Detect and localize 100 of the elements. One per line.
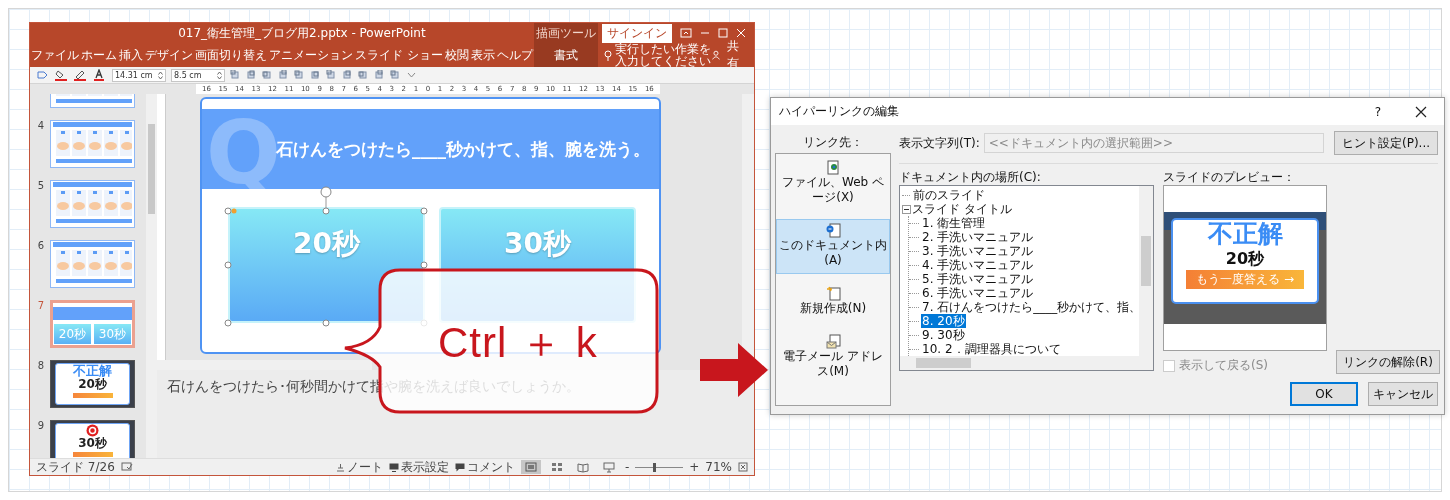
- window-title: 017_衛生管理_ブログ用2.pptx - PowerPoint: [177, 24, 426, 42]
- slide-thumbnail[interactable]: 30秒: [50, 420, 135, 458]
- reading-view-icon: [576, 461, 589, 473]
- ribbon-tab[interactable]: 書式: [533, 43, 598, 67]
- slide-number: 6: [36, 240, 44, 251]
- maximize-icon[interactable]: [718, 28, 728, 38]
- link-target-button[interactable]: 電子メール アドレス(M): [776, 330, 890, 385]
- shape-styles-icon[interactable]: [36, 70, 50, 80]
- circle-mark-icon: [86, 424, 99, 437]
- person-icon: [711, 50, 720, 60]
- sorter-view-icon: [550, 461, 563, 473]
- zoom-slider-thumb[interactable]: [653, 462, 657, 472]
- location-label: ドキュメント内の場所(C):: [899, 169, 1042, 185]
- shape-outline-icon[interactable]: [74, 69, 88, 81]
- tree-item[interactable]: 9. 30秒: [921, 328, 966, 342]
- ribbon-tab[interactable]: アニメーション: [268, 43, 354, 67]
- help-button[interactable]: ?: [1358, 98, 1398, 125]
- slideshow-view-icon: [602, 461, 615, 473]
- link-target-button[interactable]: このドキュメント内(A): [776, 219, 890, 274]
- answer-button: 30秒: [94, 324, 131, 344]
- answer-text: 30秒: [78, 437, 107, 450]
- lightbulb-icon: [603, 49, 612, 61]
- link-target-button[interactable]: ファイル、Web ページ(X): [776, 156, 890, 211]
- result-label: 不正解: [1207, 220, 1283, 248]
- tool-group-label: 描画ツール: [533, 23, 598, 43]
- ribbon-tab[interactable]: 校閲: [443, 43, 470, 67]
- ribbon-tab[interactable]: 画面切り替え: [194, 43, 268, 67]
- ribbon-tab[interactable]: ヘルプ: [495, 43, 534, 67]
- preview-label: スライドのプレビュー：: [1163, 169, 1296, 185]
- slide-number: 8: [36, 360, 44, 371]
- ribbon-tab[interactable]: スライド ショー: [354, 43, 444, 67]
- shape-height-field[interactable]: 14.31 cm: [112, 68, 166, 82]
- tree-item[interactable]: 4. 手洗いマニュアル: [921, 258, 1035, 272]
- spell-check-icon[interactable]: [120, 462, 133, 472]
- checkbox-label: 表示して戻る(S): [1179, 357, 1268, 374]
- spinner-icon: [158, 70, 163, 80]
- ribbon-tab[interactable]: デザイン: [144, 43, 194, 67]
- more-icon[interactable]: [406, 70, 417, 80]
- scrollbar-thumb[interactable]: [148, 124, 155, 214]
- tree-item[interactable]: 8. 20秒: [921, 314, 966, 328]
- tree-item[interactable]: 1. 衛生管理: [921, 216, 987, 230]
- retry-button: [72, 452, 113, 457]
- slide-number: 4: [36, 120, 44, 131]
- slide-position: スライド 7/26: [36, 458, 115, 475]
- document-link-icon: [825, 223, 841, 238]
- sign-in-button[interactable]: サインイン: [602, 23, 672, 43]
- link-target-button[interactable]: 新規作成(N): [776, 282, 890, 322]
- shape-fill-icon[interactable]: [55, 69, 69, 81]
- notes-button[interactable]: ノート: [335, 458, 383, 475]
- new-link-icon: [825, 286, 841, 301]
- answer-text: 20秒: [1225, 248, 1265, 270]
- slide-number: 7: [36, 300, 44, 311]
- slide-number: 5: [36, 180, 44, 191]
- slide-thumbnail[interactable]: 不正解 20秒: [50, 360, 135, 408]
- zoom-out-button[interactable]: -: [624, 460, 630, 474]
- tree-item[interactable]: 5. 手洗いマニュアル: [921, 272, 1035, 286]
- ribbon-tab[interactable]: ファイル: [30, 43, 80, 67]
- display-icon: [388, 462, 399, 472]
- answer-button: 20秒: [54, 324, 91, 344]
- ribbon-tab[interactable]: ホーム: [80, 43, 118, 67]
- comment-icon: [454, 462, 465, 472]
- retry-button: [72, 393, 113, 398]
- tree-item[interactable]: スライド タイトル: [911, 202, 1013, 216]
- block-arrow: [700, 343, 768, 397]
- file-link-icon: [825, 160, 841, 175]
- tree-item[interactable]: 前のスライド: [912, 188, 986, 202]
- ok-button[interactable]: OK: [1290, 382, 1358, 406]
- zoom-in-button[interactable]: +: [689, 460, 700, 474]
- scrollbar-thumb[interactable]: [916, 358, 971, 368]
- view-button[interactable]: [520, 460, 541, 474]
- link-to-label: リンク先：: [802, 134, 864, 151]
- dialog-title: ハイパーリンクの編集: [779, 103, 899, 120]
- tell-me-search[interactable]: 実行したい作業を入力してください: [614, 43, 712, 67]
- email-link-icon: [825, 334, 841, 349]
- display-settings-button[interactable]: 表示設定: [388, 458, 449, 475]
- unlink-button[interactable]: リンクの解除(R): [1336, 350, 1440, 374]
- answer-text: 20秒: [78, 378, 107, 391]
- tree-item[interactable]: 6. 手洗いマニュアル: [921, 286, 1035, 300]
- ribbon-options-icon[interactable]: [680, 28, 692, 38]
- tree-item[interactable]: 3. 手洗いマニュアル: [921, 244, 1035, 258]
- ribbon-tab[interactable]: 挿入: [118, 43, 144, 67]
- shape-width-field[interactable]: 8.5 cm: [171, 68, 225, 82]
- tree-item[interactable]: 10. 2．調理器具について: [921, 342, 1062, 356]
- font-color-icon[interactable]: [93, 69, 107, 81]
- close-icon[interactable]: [1415, 105, 1427, 118]
- comments-button[interactable]: コメント: [454, 458, 515, 475]
- display-text-label: 表示文字列(T):: [899, 134, 980, 152]
- tree-item[interactable]: 7. 石けんをつけたら____秒かけて、指、: [921, 300, 1139, 314]
- location-list[interactable]: 前のスライド スライド タイトル 1. 衛生管理 2. 手洗いマニュアル 3. 手洗いマニュアル 4. 手洗いマニュアル 5. 手洗いマニュアル 6. 手洗いマニュアル 7. 石けんをつけたら____秒かけて、指、 8. 20秒 9. 30秒 10. 2．調理器具について: [899, 185, 1154, 371]
- normal-view-icon: [524, 461, 537, 473]
- slide-number: 9: [36, 420, 44, 431]
- fit-to-window-icon[interactable]: [738, 462, 748, 472]
- hint-button[interactable]: ヒント設定(P)...: [1334, 131, 1438, 155]
- zoom-level: 71%: [705, 460, 732, 474]
- cancel-button[interactable]: キャンセル: [1368, 382, 1438, 406]
- scrollbar-thumb[interactable]: [1141, 236, 1151, 286]
- ribbon-tab[interactable]: 表示: [469, 43, 496, 67]
- tree-item[interactable]: 2. 手洗いマニュアル: [921, 230, 1035, 244]
- spinner-icon: [217, 70, 222, 80]
- expander-icon[interactable]: [902, 204, 911, 214]
